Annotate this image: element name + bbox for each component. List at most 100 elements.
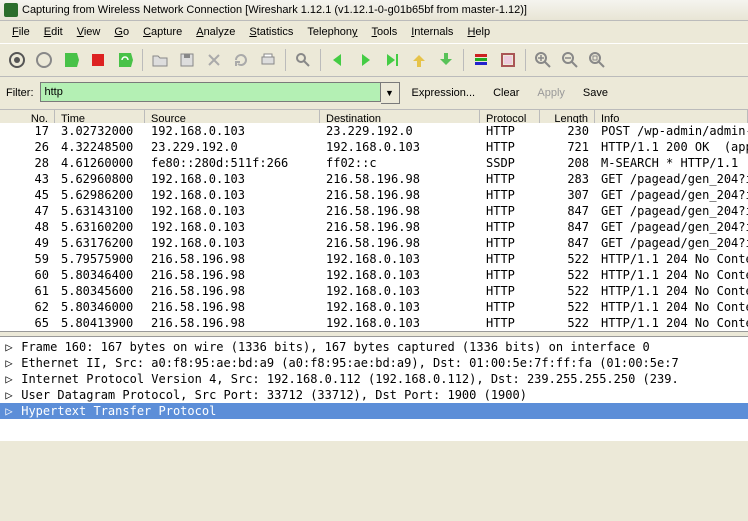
cell-time: 5.63143100 <box>55 203 145 219</box>
cell-info: GET /pagead/gen_204?id=w <box>595 235 748 251</box>
menu-go[interactable]: Go <box>108 24 135 40</box>
zoom-fit-button[interactable] <box>584 47 610 73</box>
cell-destination: 192.168.0.103 <box>320 139 480 155</box>
options-button[interactable] <box>31 47 57 73</box>
cell-time: 5.80346400 <box>55 267 145 283</box>
stop-capture-button[interactable] <box>85 47 111 73</box>
go-back-button[interactable] <box>325 47 351 73</box>
go-forward-button[interactable] <box>352 47 378 73</box>
print-button[interactable] <box>255 47 281 73</box>
filter-dropdown-button[interactable]: ▼ <box>381 82 400 104</box>
filter-input[interactable] <box>40 82 381 102</box>
table-row[interactable]: 655.80413900216.58.196.98192.168.0.103HT… <box>0 315 748 331</box>
expand-icon[interactable]: ▷ <box>4 403 14 419</box>
menu-internals[interactable]: Internals <box>405 24 459 40</box>
cell-protocol: SSDP <box>480 155 540 171</box>
detail-line[interactable]: ▷ Internet Protocol Version 4, Src: 192.… <box>0 371 748 387</box>
cell-length: 847 <box>540 219 595 235</box>
cell-length: 721 <box>540 139 595 155</box>
go-first-button[interactable] <box>406 47 432 73</box>
packet-list[interactable]: 173.02732000192.168.0.10323.229.192.0HTT… <box>0 123 748 331</box>
cell-no: 60 <box>0 267 55 283</box>
cell-length: 522 <box>540 299 595 315</box>
detail-line[interactable]: ▷ User Datagram Protocol, Src Port: 3371… <box>0 387 748 403</box>
menu-analyze[interactable]: Analyze <box>190 24 241 40</box>
cell-protocol: HTTP <box>480 123 540 139</box>
table-row[interactable]: 264.3224850023.229.192.0192.168.0.103HTT… <box>0 139 748 155</box>
cell-destination: 192.168.0.103 <box>320 267 480 283</box>
cell-source: 192.168.0.103 <box>145 235 320 251</box>
expand-icon[interactable]: ▷ <box>4 371 14 387</box>
cell-source: 192.168.0.103 <box>145 171 320 187</box>
clear-button[interactable]: Clear <box>487 85 525 101</box>
table-row[interactable]: 475.63143100192.168.0.103216.58.196.98HT… <box>0 203 748 219</box>
apply-button[interactable]: Apply <box>531 85 571 101</box>
cell-destination: 216.58.196.98 <box>320 171 480 187</box>
expand-icon[interactable]: ▷ <box>4 339 14 355</box>
cell-length: 847 <box>540 203 595 219</box>
cell-destination: 192.168.0.103 <box>320 299 480 315</box>
table-row[interactable]: 485.63160200192.168.0.103216.58.196.98HT… <box>0 219 748 235</box>
colorize-button[interactable] <box>468 47 494 73</box>
auto-scroll-button[interactable] <box>495 47 521 73</box>
cell-destination: 216.58.196.98 <box>320 203 480 219</box>
cell-source: 216.58.196.98 <box>145 267 320 283</box>
reload-button[interactable] <box>228 47 254 73</box>
go-to-button[interactable] <box>379 47 405 73</box>
table-row[interactable]: 455.62986200192.168.0.103216.58.196.98HT… <box>0 187 748 203</box>
toolbar-separator <box>525 49 526 71</box>
table-row[interactable]: 435.62960800192.168.0.103216.58.196.98HT… <box>0 171 748 187</box>
cell-source: 192.168.0.103 <box>145 219 320 235</box>
cell-length: 522 <box>540 315 595 331</box>
start-capture-button[interactable] <box>58 47 84 73</box>
cell-no: 65 <box>0 315 55 331</box>
cell-time: 4.32248500 <box>55 139 145 155</box>
zoom-out-button[interactable] <box>557 47 583 73</box>
window-title: Capturing from Wireless Network Connecti… <box>22 4 527 16</box>
menu-statistics[interactable]: Statistics <box>243 24 299 40</box>
table-row[interactable]: 595.79575900216.58.196.98192.168.0.103HT… <box>0 251 748 267</box>
cell-no: 17 <box>0 123 55 139</box>
expression-button[interactable]: Expression... <box>406 85 482 101</box>
save-filter-button[interactable]: Save <box>577 85 614 101</box>
zoom-in-button[interactable] <box>530 47 556 73</box>
table-row[interactable]: 495.63176200192.168.0.103216.58.196.98HT… <box>0 235 748 251</box>
menu-view[interactable]: View <box>71 24 107 40</box>
cell-no: 49 <box>0 235 55 251</box>
cell-info: GET /pagead/gen_204?id=w <box>595 171 748 187</box>
save-button[interactable] <box>174 47 200 73</box>
cell-protocol: HTTP <box>480 139 540 155</box>
restart-capture-button[interactable] <box>112 47 138 73</box>
expand-icon[interactable]: ▷ <box>4 387 14 403</box>
main-toolbar <box>0 43 748 77</box>
menu-capture[interactable]: Capture <box>137 24 188 40</box>
detail-line[interactable]: ▷ Ethernet II, Src: a0:f8:95:ae:bd:a9 (a… <box>0 355 748 371</box>
detail-line[interactable]: ▷ Hypertext Transfer Protocol <box>0 403 748 419</box>
go-last-button[interactable] <box>433 47 459 73</box>
table-row[interactable]: 625.80346000216.58.196.98192.168.0.103HT… <box>0 299 748 315</box>
menu-tools[interactable]: Tools <box>366 24 404 40</box>
menu-help[interactable]: Help <box>461 24 496 40</box>
packet-details[interactable]: ▷ Frame 160: 167 bytes on wire (1336 bit… <box>0 337 748 441</box>
menu-file[interactable]: File <box>6 24 36 40</box>
menu-telephony[interactable]: Telephony <box>301 24 363 40</box>
toolbar-separator <box>463 49 464 71</box>
table-row[interactable]: 173.02732000192.168.0.10323.229.192.0HTT… <box>0 123 748 139</box>
cell-destination: ff02::c <box>320 155 480 171</box>
table-row[interactable]: 605.80346400216.58.196.98192.168.0.103HT… <box>0 267 748 283</box>
cell-source: fe80::280d:511f:266 <box>145 155 320 171</box>
menu-edit[interactable]: Edit <box>38 24 69 40</box>
cell-time: 5.80346000 <box>55 299 145 315</box>
filter-label: Filter: <box>6 87 34 99</box>
cell-no: 45 <box>0 187 55 203</box>
close-button[interactable] <box>201 47 227 73</box>
cell-length: 847 <box>540 235 595 251</box>
table-row[interactable]: 615.80345600216.58.196.98192.168.0.103HT… <box>0 283 748 299</box>
find-button[interactable] <box>290 47 316 73</box>
expand-icon[interactable]: ▷ <box>4 355 14 371</box>
open-button[interactable] <box>147 47 173 73</box>
table-row[interactable]: 284.61260000fe80::280d:511f:266ff02::cSS… <box>0 155 748 171</box>
cell-info: HTTP/1.1 200 OK (applic <box>595 139 748 155</box>
interfaces-button[interactable] <box>4 47 30 73</box>
detail-line[interactable]: ▷ Frame 160: 167 bytes on wire (1336 bit… <box>0 339 748 355</box>
